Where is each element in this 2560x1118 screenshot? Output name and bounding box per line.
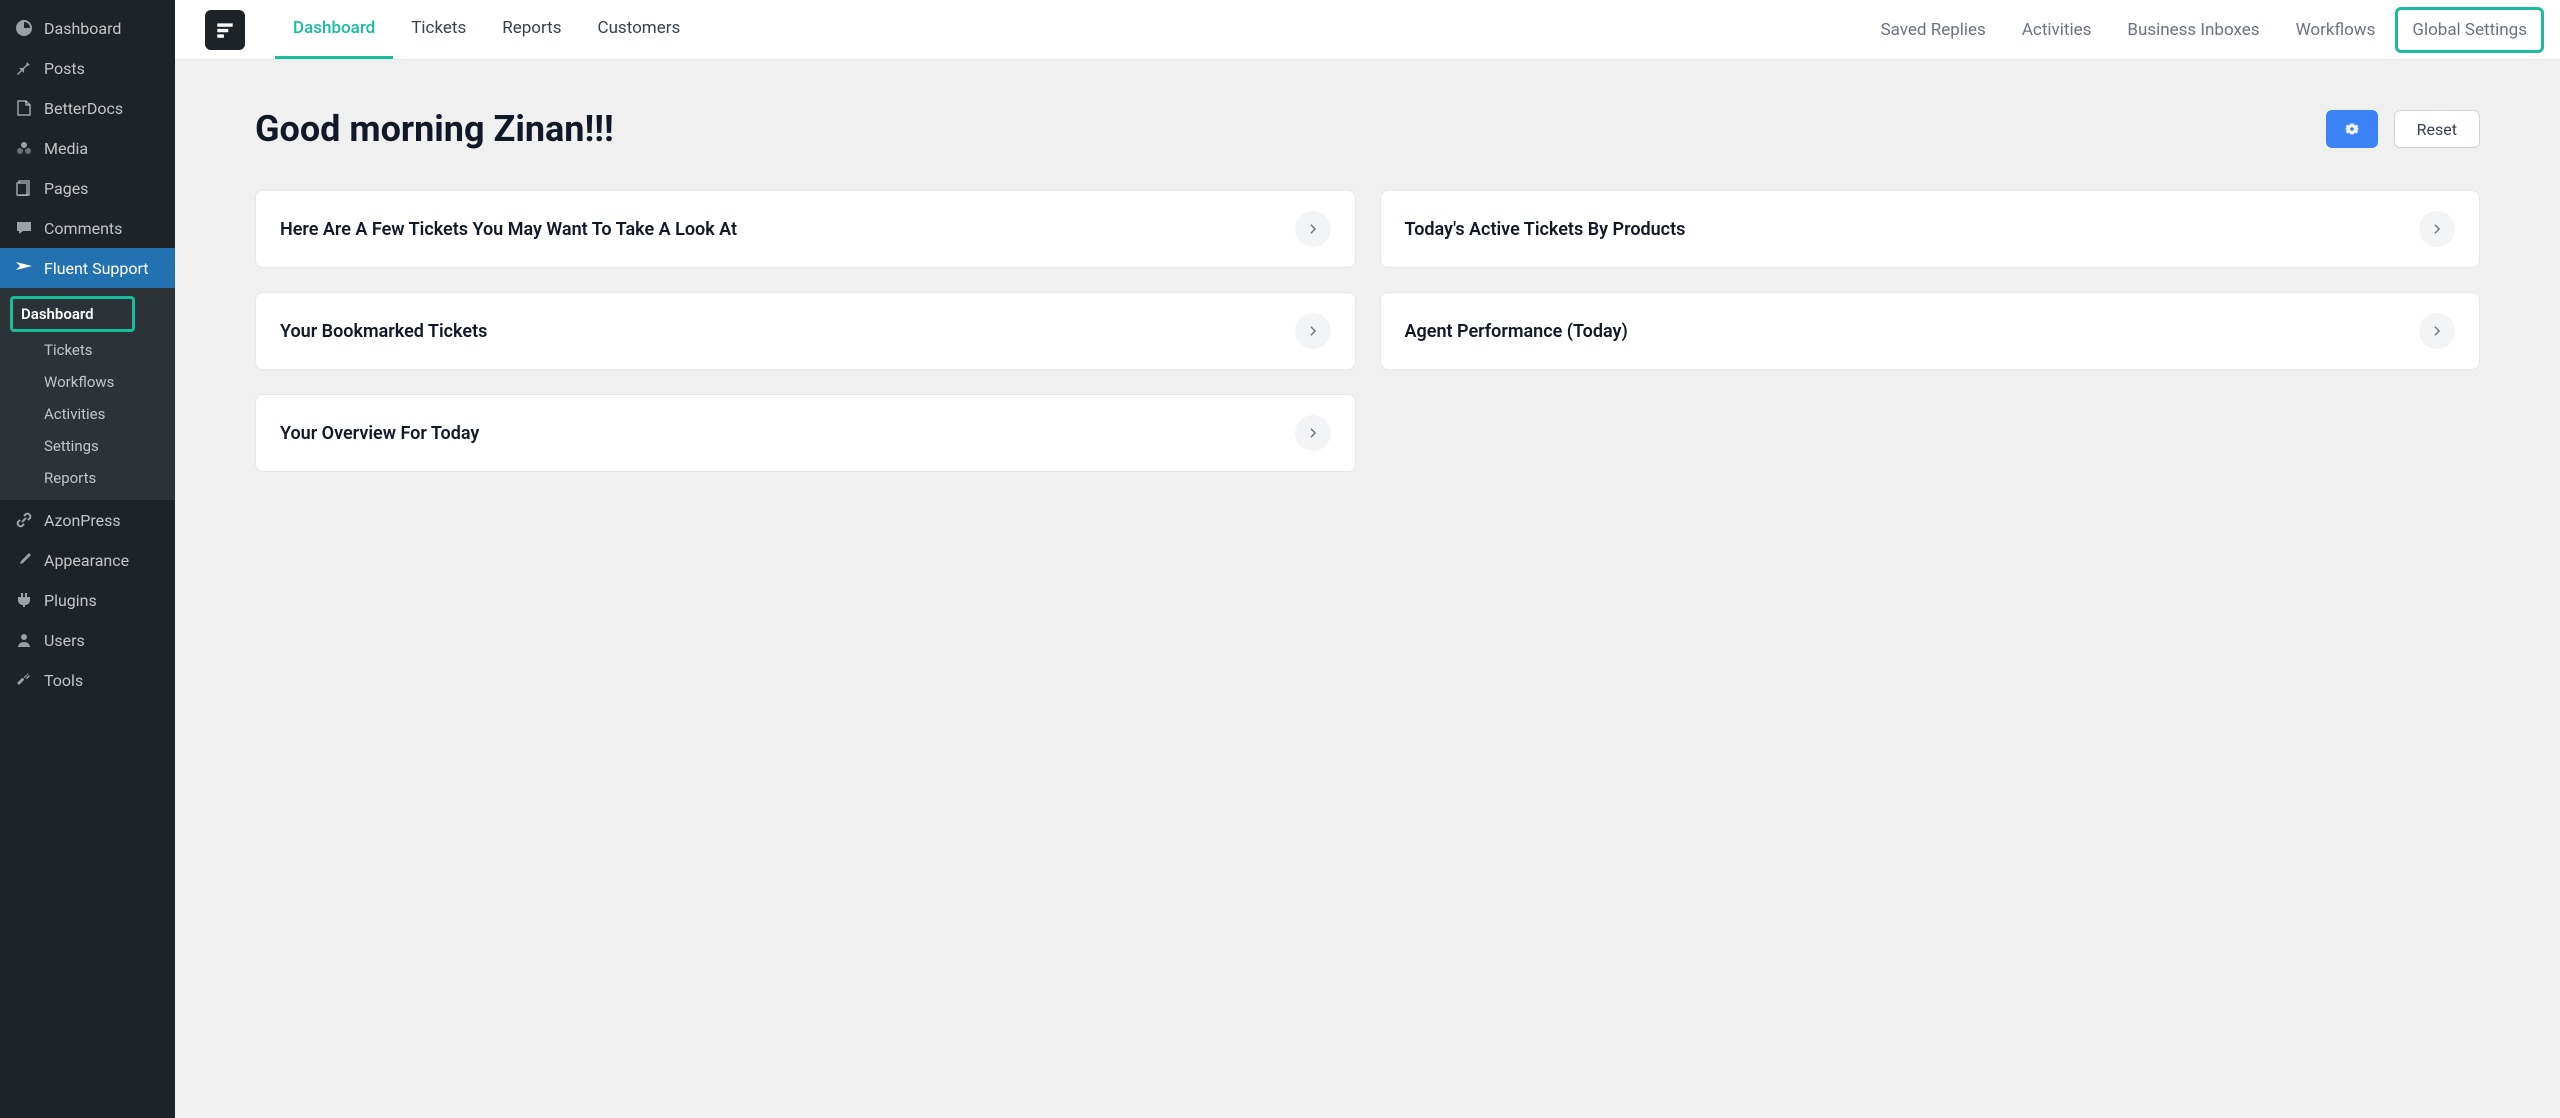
sidebar-item-posts[interactable]: Posts xyxy=(0,48,175,88)
sidebar-item-media[interactable]: Media xyxy=(0,128,175,168)
sidebar-item-betterdocs[interactable]: BetterDocs xyxy=(0,88,175,128)
media-icon xyxy=(14,138,34,158)
sidebar-item-label: Fluent Support xyxy=(44,259,149,278)
wrench-icon xyxy=(14,670,34,690)
widget-title: Agent Performance (Today) xyxy=(1405,321,1628,342)
greeting: Good morning Zinan!!! xyxy=(255,108,614,150)
pin-icon xyxy=(14,58,34,78)
widget-agent-performance[interactable]: Agent Performance (Today) xyxy=(1380,292,2481,370)
link-activities[interactable]: Activities xyxy=(2006,10,2108,50)
content-header: Good morning Zinan!!! Reset xyxy=(255,108,2480,150)
comments-icon xyxy=(14,218,34,238)
topbar-links: Saved Replies Activities Business Inboxe… xyxy=(1865,0,2544,59)
header-actions: Reset xyxy=(2326,110,2480,148)
sidebar-item-label: Posts xyxy=(44,59,85,78)
topbar-tabs: Dashboard Tickets Reports Customers xyxy=(275,0,698,59)
sidebar-item-label: Appearance xyxy=(44,551,129,570)
sidebar-item-fluent-support[interactable]: Fluent Support xyxy=(0,248,175,288)
sidebar-item-pages[interactable]: Pages xyxy=(0,168,175,208)
chevron-right-icon xyxy=(1295,415,1331,451)
widgets-grid: Here Are A Few Tickets You May Want To T… xyxy=(255,190,2480,472)
wp-admin-sidebar: Dashboard Posts BetterDocs Media Pages C… xyxy=(0,0,175,1118)
link-workflows[interactable]: Workflows xyxy=(2280,10,2392,50)
sidebar-item-label: Plugins xyxy=(44,591,97,610)
sidebar-item-label: AzonPress xyxy=(44,511,121,530)
sidebar-item-users[interactable]: Users xyxy=(0,620,175,660)
submenu-item-workflows[interactable]: Workflows xyxy=(0,366,175,398)
widget-title: Your Bookmarked Tickets xyxy=(280,321,487,342)
link-icon xyxy=(14,510,34,530)
gear-icon xyxy=(2343,120,2361,138)
sidebar-item-plugins[interactable]: Plugins xyxy=(0,580,175,620)
dashboard-icon xyxy=(14,18,34,38)
tab-tickets[interactable]: Tickets xyxy=(393,0,484,59)
widget-title: Your Overview For Today xyxy=(280,423,479,444)
submenu-item-settings[interactable]: Settings xyxy=(0,430,175,462)
chevron-right-icon xyxy=(2419,313,2455,349)
submenu-item-activities[interactable]: Activities xyxy=(0,398,175,430)
widget-title: Here Are A Few Tickets You May Want To T… xyxy=(280,219,737,240)
support-icon xyxy=(14,258,34,278)
tab-reports[interactable]: Reports xyxy=(484,0,579,59)
sidebar-item-label: Comments xyxy=(44,219,122,238)
link-global-settings[interactable]: Global Settings xyxy=(2395,7,2544,53)
sidebar-item-label: Users xyxy=(44,631,85,650)
plugin-icon xyxy=(14,590,34,610)
pages-icon xyxy=(14,178,34,198)
sidebar-item-dashboard[interactable]: Dashboard xyxy=(0,8,175,48)
sidebar-item-azonpress[interactable]: AzonPress xyxy=(0,500,175,540)
sidebar-item-label: Dashboard xyxy=(44,19,121,38)
submenu-item-reports[interactable]: Reports xyxy=(0,462,175,494)
widget-title: Today's Active Tickets By Products xyxy=(1405,219,1686,240)
link-business-inboxes[interactable]: Business Inboxes xyxy=(2111,10,2275,50)
chevron-right-icon xyxy=(2419,211,2455,247)
fluent-support-submenu: Dashboard Tickets Workflows Activities S… xyxy=(0,288,175,500)
sidebar-item-tools[interactable]: Tools xyxy=(0,660,175,700)
sidebar-item-label: Pages xyxy=(44,179,88,198)
widget-overview-today[interactable]: Your Overview For Today xyxy=(255,394,1356,472)
tab-dashboard[interactable]: Dashboard xyxy=(275,0,393,59)
docs-icon xyxy=(14,98,34,118)
app-logo[interactable] xyxy=(205,10,245,50)
user-icon xyxy=(14,630,34,650)
topbar: Dashboard Tickets Reports Customers Save… xyxy=(175,0,2560,60)
sidebar-item-comments[interactable]: Comments xyxy=(0,208,175,248)
reset-button[interactable]: Reset xyxy=(2394,110,2480,148)
widget-few-tickets[interactable]: Here Are A Few Tickets You May Want To T… xyxy=(255,190,1356,268)
submenu-item-tickets[interactable]: Tickets xyxy=(0,334,175,366)
sidebar-item-label: Tools xyxy=(44,671,83,690)
submenu-item-dashboard[interactable]: Dashboard xyxy=(10,296,135,332)
widget-bookmarked[interactable]: Your Bookmarked Tickets xyxy=(255,292,1356,370)
chevron-right-icon xyxy=(1295,211,1331,247)
sidebar-item-appearance[interactable]: Appearance xyxy=(0,540,175,580)
tab-customers[interactable]: Customers xyxy=(580,0,699,59)
main-area: Dashboard Tickets Reports Customers Save… xyxy=(175,0,2560,1118)
content: Good morning Zinan!!! Reset Here Are A F… xyxy=(175,60,2560,1118)
widget-active-by-products[interactable]: Today's Active Tickets By Products xyxy=(1380,190,2481,268)
brush-icon xyxy=(14,550,34,570)
link-saved-replies[interactable]: Saved Replies xyxy=(1865,10,2002,50)
sidebar-item-label: BetterDocs xyxy=(44,99,123,118)
chevron-right-icon xyxy=(1295,313,1331,349)
sidebar-item-label: Media xyxy=(44,139,88,158)
settings-button[interactable] xyxy=(2326,110,2378,148)
